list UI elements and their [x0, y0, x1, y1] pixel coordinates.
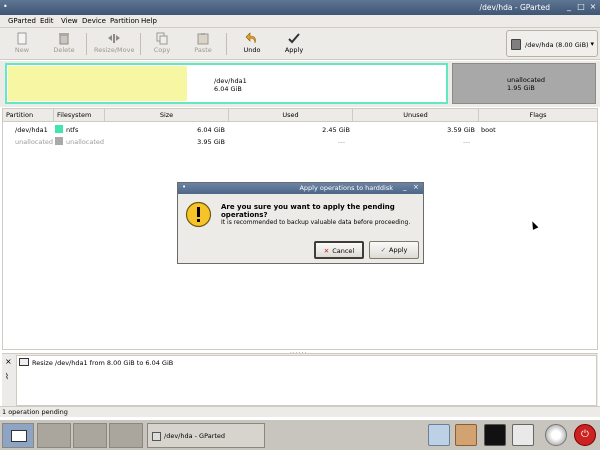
column-header[interactable]: Unused — [353, 109, 479, 122]
menu-help[interactable]: Help — [141, 17, 157, 25]
partition-name: unallocated — [507, 76, 546, 84]
operations-panel: × ⌇ Resize /dev/hda1 from 8.00 GiB to 6.… — [2, 353, 598, 406]
undo-button[interactable]: Undo — [234, 30, 270, 58]
power-icon[interactable]: ⏻ — [574, 424, 596, 446]
dialog-titlebar: • Apply operations to harddisk _ × — [178, 183, 423, 194]
partition-size: 6.04 GiB — [214, 85, 242, 93]
apply-button[interactable]: Apply — [276, 30, 312, 58]
keyboard-icon — [11, 430, 27, 442]
window-titlebar: • /dev/hda - GParted _ □ × — [0, 0, 600, 15]
undo-icon — [245, 32, 256, 44]
cell-size: 3.95 GiB — [197, 138, 225, 146]
filesystem-color-swatch — [55, 137, 63, 145]
menu-partition[interactable]: Partition — [110, 17, 139, 25]
cell-flags: boot — [481, 126, 496, 134]
harddisk-icon — [511, 39, 521, 50]
menu-device[interactable]: Device — [82, 17, 106, 25]
copy-button[interactable]: Copy — [144, 30, 180, 58]
menubar: GParted Edit View Device Partition Help — [0, 15, 600, 28]
workspace-3[interactable] — [109, 423, 143, 448]
resize-icon — [19, 358, 29, 366]
used-space-fill — [8, 66, 187, 101]
cell-size: 6.04 GiB — [197, 126, 225, 134]
table-header: Partition Filesystem Size Used Unused Fl… — [3, 109, 597, 122]
window-menu-icon[interactable]: • — [3, 2, 8, 11]
dialog-title: Apply operations to harddisk — [299, 184, 393, 192]
close-icon[interactable]: × — [588, 2, 598, 12]
new-button[interactable]: New — [4, 30, 40, 58]
warning-icon — [185, 201, 212, 228]
column-header[interactable]: Flags — [479, 109, 597, 122]
terminal-icon[interactable] — [484, 424, 506, 446]
start-button[interactable] — [2, 423, 34, 448]
minimize-icon[interactable]: _ — [403, 183, 407, 191]
toolbar-separator — [140, 33, 141, 55]
column-header[interactable]: Size — [105, 109, 229, 122]
editor-icon[interactable] — [512, 424, 534, 446]
toolbar-separator — [86, 33, 87, 55]
dialog-detail: It is recommended to backup valuable dat… — [221, 219, 411, 226]
cell-partition: unallocated — [15, 138, 54, 146]
column-header[interactable]: Partition — [3, 109, 54, 122]
gparted-icon — [152, 432, 161, 441]
workspace-2[interactable] — [73, 423, 107, 448]
close-icon[interactable]: × — [5, 357, 12, 366]
disk-icon[interactable] — [545, 424, 567, 446]
menu-gparted[interactable]: GParted — [8, 17, 36, 25]
taskbar-task-gparted[interactable]: /dev/hda - GParted — [147, 423, 265, 448]
cell-used: --- — [338, 138, 346, 146]
partition-size: 1.95 GiB — [507, 84, 535, 92]
table-row[interactable]: /dev/hda1 ntfs 6.04 GiB 2.45 GiB 3.59 Gi… — [3, 124, 597, 136]
resize-move-button[interactable]: Resize/Move — [94, 30, 134, 58]
cell-partition: /dev/hda1 — [15, 126, 48, 134]
apply-confirmation-dialog: • Apply operations to harddisk _ × Are y… — [177, 182, 424, 264]
device-selector[interactable]: /dev/hda (8.00 GiB) ▾ — [506, 30, 598, 57]
cell-unused: 3.59 GiB — [447, 126, 475, 134]
paste-button[interactable]: Paste — [185, 30, 221, 58]
dialog-question: Are you sure you want to apply the pendi… — [221, 203, 395, 219]
list-item[interactable]: Resize /dev/hda1 from 8.00 GiB to 6.04 G… — [19, 358, 173, 369]
column-header[interactable]: Filesystem — [54, 109, 105, 122]
checkmark-icon: ✓ — [380, 246, 387, 254]
resize-icon — [108, 34, 120, 43]
maximize-icon[interactable]: □ — [576, 2, 586, 12]
close-icon[interactable]: × — [413, 183, 419, 191]
broom-icon[interactable]: ⌇ — [5, 372, 9, 381]
partition-graph: /dev/hda1 6.04 GiB unallocated 1.95 GiB — [0, 61, 600, 107]
taskbar: /dev/hda - GParted ⏻ — [0, 419, 600, 450]
network-icon[interactable] — [455, 424, 477, 446]
checkmark-icon — [288, 33, 300, 44]
cancel-button[interactable]: ✕ Cancel — [314, 241, 364, 259]
partition-block-hda1[interactable]: /dev/hda1 6.04 GiB — [5, 63, 448, 104]
window-menu-icon[interactable]: • — [182, 183, 186, 191]
menu-edit[interactable]: Edit — [40, 17, 54, 25]
toolbar-separator — [226, 33, 227, 55]
status-bar: 1 operation pending — [0, 406, 600, 417]
filesystem-color-swatch — [55, 125, 63, 133]
table-row[interactable]: unallocated unallocated 3.95 GiB --- --- — [3, 136, 597, 148]
window-title: /dev/hda - GParted — [479, 3, 550, 12]
new-icon — [17, 32, 27, 45]
cell-used: 2.45 GiB — [322, 126, 350, 134]
paste-icon — [197, 33, 209, 45]
delete-button[interactable]: Delete — [46, 30, 82, 58]
delete-icon — [59, 33, 69, 45]
cancel-icon: ✕ — [323, 247, 330, 255]
cell-filesystem: unallocated — [66, 138, 105, 146]
dialog-apply-button[interactable]: ✓ Apply — [369, 241, 419, 259]
copy-icon — [156, 32, 168, 45]
minimize-icon[interactable]: _ — [564, 2, 574, 12]
operations-list: Resize /dev/hda1 from 8.00 GiB to 6.04 G… — [16, 355, 597, 406]
cell-filesystem: ntfs — [66, 126, 79, 134]
cell-unused: --- — [463, 138, 471, 146]
chevron-down-icon: ▾ — [590, 40, 594, 48]
column-header[interactable]: Used — [229, 109, 353, 122]
partition-block-unallocated[interactable]: unallocated 1.95 GiB — [452, 63, 596, 104]
display-settings-icon[interactable] — [428, 424, 450, 446]
workspace-1[interactable] — [37, 423, 71, 448]
menu-view[interactable]: View — [61, 17, 78, 25]
partition-name: /dev/hda1 — [214, 77, 247, 85]
